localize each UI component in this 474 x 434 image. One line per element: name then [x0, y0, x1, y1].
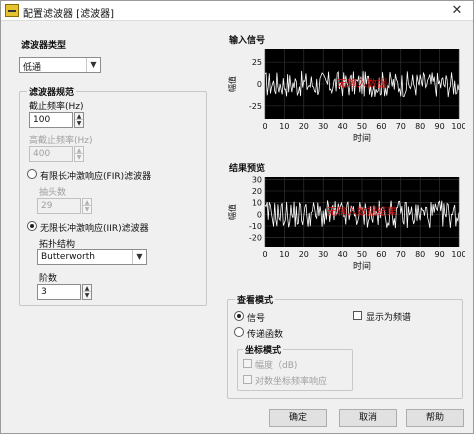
x-tick-label: 60 [376, 250, 386, 259]
x-tick-label: 20 [299, 122, 309, 131]
increment-icon[interactable]: ▲ [75, 113, 83, 120]
no-data-annotation: 无输入数据结果 [327, 205, 397, 218]
increment-icon[interactable]: ▲ [83, 285, 91, 292]
x-tick-label: 30 [318, 122, 328, 131]
chevron-down-icon[interactable]: ▼ [86, 58, 100, 72]
cutoff-value: 100 [33, 115, 51, 125]
view-mode-heading: 查看模式 [235, 293, 276, 306]
signal-label: 信号 [247, 314, 266, 324]
log-freq-label: 对数坐标频率响应 [255, 377, 328, 387]
order-value: 3 [41, 287, 47, 297]
order-input[interactable]: 3 [37, 284, 81, 300]
x-tick-label: 40 [338, 122, 348, 131]
y-axis-label: 幅值 [227, 204, 237, 220]
topology-select[interactable]: Butterworth ▼ [37, 249, 147, 265]
x-tick-label: 80 [415, 250, 425, 259]
x-tick-label: 60 [376, 122, 386, 131]
y-axis-label: 幅值 [227, 76, 237, 92]
high-cutoff-value: 400 [33, 149, 51, 159]
x-tick-label: 70 [396, 122, 406, 131]
y-tick-label: 10 [252, 199, 262, 208]
y-tick-label: -20 [249, 234, 262, 243]
filter-spec-heading: 滤波器规范 [27, 85, 77, 98]
decrement-icon[interactable]: ▼ [83, 292, 91, 299]
cutoff-label: 截止频率(Hz) [29, 102, 84, 112]
taps-input[interactable]: 29 [37, 198, 81, 214]
y-tick-label: 25 [252, 58, 262, 67]
y-tick-label: -25 [249, 102, 262, 111]
increment-icon[interactable]: ▲ [83, 199, 91, 206]
iir-radio[interactable] [27, 221, 37, 231]
filter-type-select[interactable]: 低通 ▼ [19, 57, 101, 73]
x-tick-label: 10 [279, 250, 289, 259]
x-tick-label: 90 [435, 250, 445, 259]
filter-type-heading: 滤波器类型 [21, 41, 67, 51]
x-axis-label: 时间 [353, 132, 371, 144]
x-axis-label: 时间 [353, 260, 371, 272]
taps-stepper[interactable]: ▲ ▼ [82, 198, 92, 214]
x-tick-label: 10 [279, 122, 289, 131]
transfer-label: 传递函数 [247, 330, 284, 340]
input-signal-chart: 无输入数据 25 0 -25 0 10 20 30 40 50 60 70 80 90 100 时间 幅值 [227, 49, 465, 144]
x-tick-label: 100 [451, 250, 465, 259]
y-tick-label: 0 [257, 210, 262, 219]
preview-chart: 无输入数据结果3020100-10-200 10 20 30 40 50 60 70 80 90 1… [227, 175, 465, 272]
cancel-button[interactable]: 取消 [339, 409, 397, 427]
x-tick-label: 0 [262, 250, 267, 259]
fir-radio[interactable] [27, 169, 37, 179]
log-freq-checkbox[interactable] [243, 375, 252, 384]
x-tick-label: 100 [451, 122, 465, 131]
y-tick-label: 0 [257, 80, 262, 89]
decrement-icon[interactable]: ▼ [75, 154, 83, 161]
taps-value: 29 [41, 201, 53, 211]
no-data-annotation: 无输入数据 [337, 77, 387, 90]
fir-label: 有限长冲激响应(FIR)滤波器 [40, 172, 152, 182]
y-tick-label: 30 [252, 175, 262, 184]
signal-radio[interactable] [234, 311, 244, 321]
topology-value: Butterworth [41, 252, 95, 262]
x-tick-label: 80 [415, 122, 425, 131]
y-tick-label: -10 [249, 222, 262, 231]
order-label: 阶数 [39, 274, 58, 284]
close-icon[interactable]: ✕ [443, 2, 471, 20]
high-cutoff-input[interactable]: 400 [29, 146, 73, 162]
cutoff-stepper[interactable]: ▲ ▼ [74, 112, 84, 128]
x-tick-label: 0 [262, 122, 267, 131]
x-tick-label: 70 [396, 250, 406, 259]
decrement-icon[interactable]: ▼ [75, 120, 83, 127]
high-cutoff-stepper[interactable]: ▲ ▼ [74, 146, 84, 162]
coord-mode-heading: 坐标模式 [243, 343, 284, 356]
decrement-icon[interactable]: ▼ [83, 206, 91, 213]
increment-icon[interactable]: ▲ [75, 147, 83, 154]
window-title: 配置滤波器 [滤波器] [23, 9, 114, 20]
x-tick-label: 20 [299, 250, 309, 259]
title-bar: 配置滤波器 [滤波器] ✕ [1, 1, 473, 21]
high-cutoff-label: 高截止频率(Hz) [29, 136, 93, 146]
x-tick-label: 90 [435, 122, 445, 131]
show-freq-label: 显示为频谱 [366, 313, 412, 323]
order-stepper[interactable]: ▲ ▼ [82, 284, 92, 300]
taps-label: 抽头数 [39, 188, 67, 198]
transfer-radio[interactable] [234, 327, 244, 337]
x-tick-label: 30 [318, 250, 328, 259]
x-tick-label: 50 [357, 250, 367, 259]
cutoff-input[interactable]: 100 [29, 112, 73, 128]
x-tick-label: 40 [338, 250, 348, 259]
show-freq-checkbox[interactable] [353, 311, 362, 320]
labview-app-icon [5, 4, 19, 17]
ok-button[interactable]: 确定 [269, 409, 327, 427]
chevron-down-icon[interactable]: ▼ [132, 250, 146, 264]
help-button[interactable]: 帮助 [406, 409, 464, 427]
y-tick-label: 20 [252, 187, 262, 196]
db-label: 幅度（dB) [255, 361, 298, 371]
db-checkbox[interactable] [243, 359, 252, 368]
dialog-window: 配置滤波器 [滤波器] ✕ 滤波器类型 低通 ▼ 滤波器规范 截止频率(Hz) … [0, 0, 474, 434]
iir-label: 无限长冲激响应(IIR)滤波器 [40, 224, 149, 234]
filter-type-value: 低通 [23, 63, 42, 73]
x-tick-label: 50 [357, 122, 367, 131]
